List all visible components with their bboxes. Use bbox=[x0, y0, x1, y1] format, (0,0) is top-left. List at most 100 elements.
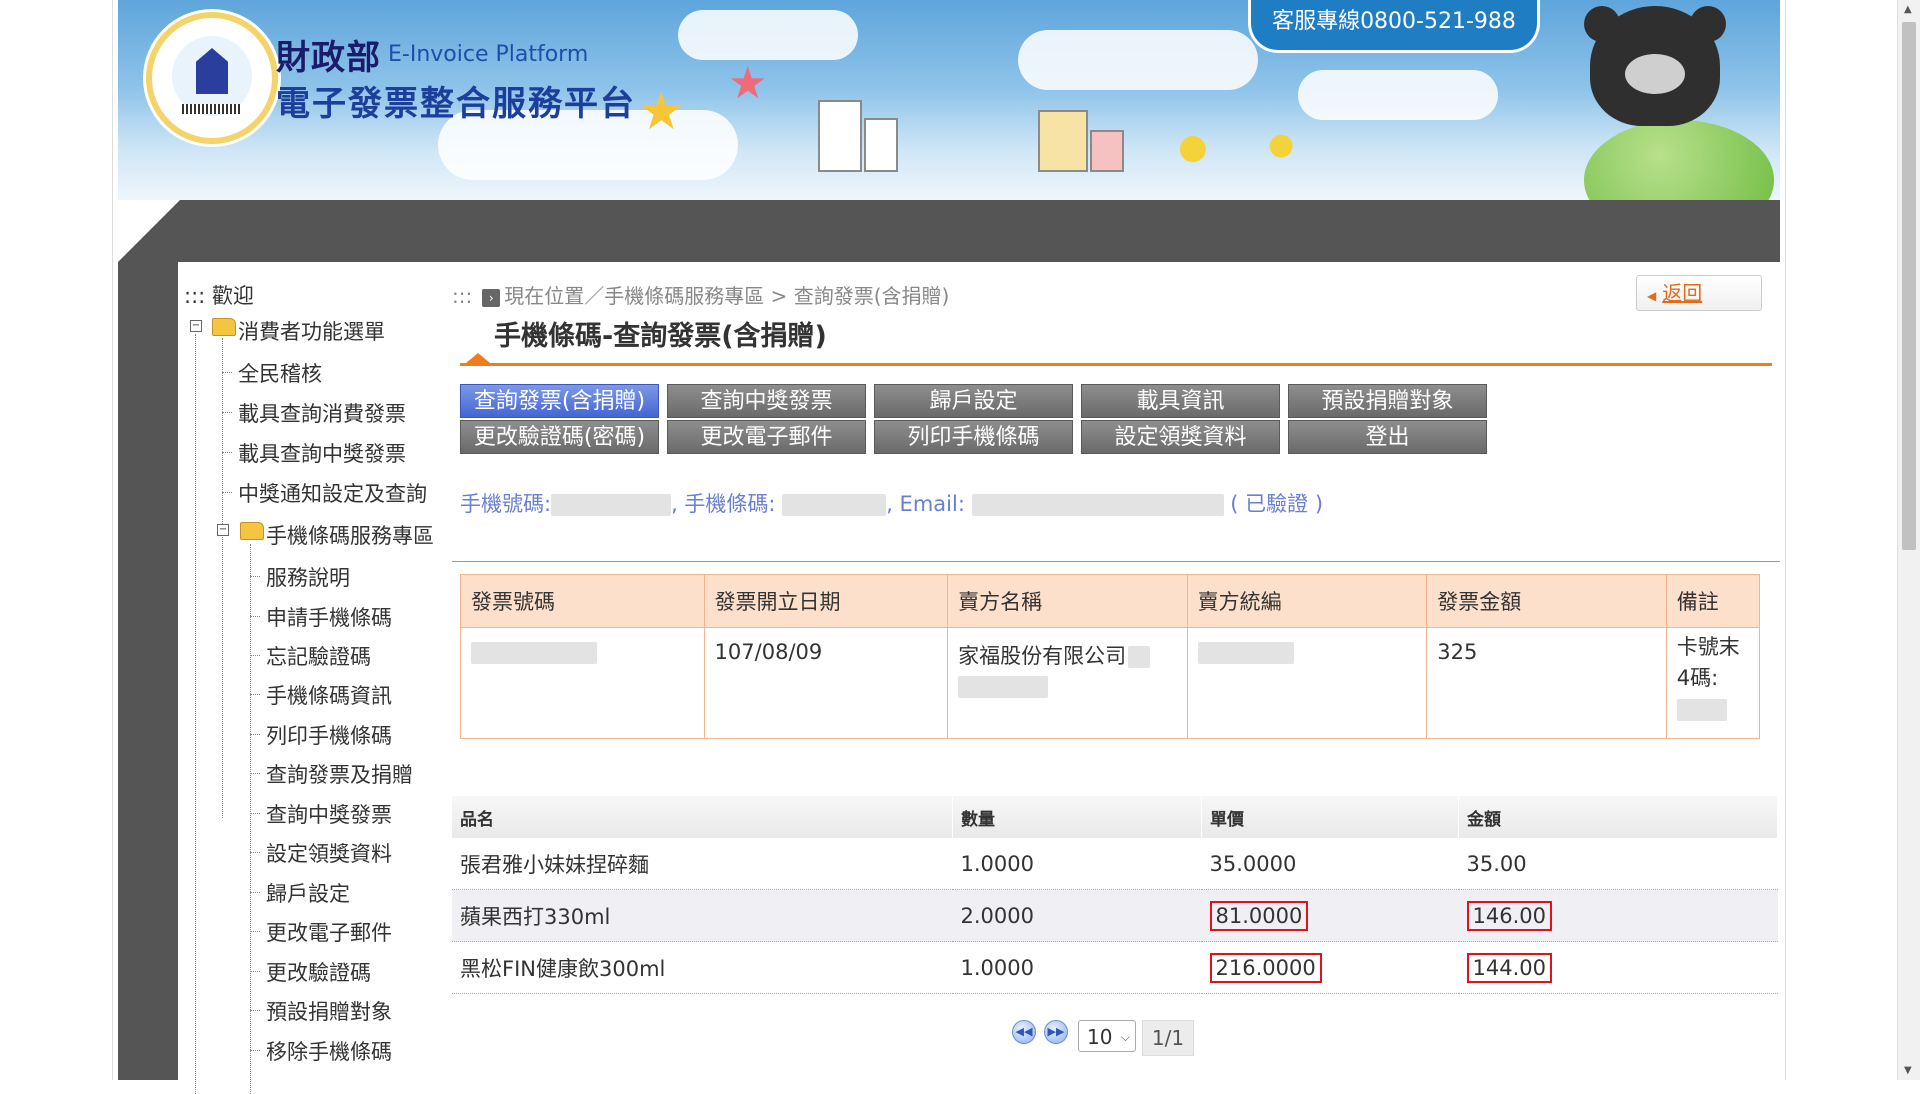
user-info: 手機號碼: , 手機條碼: , Email: ( 已驗證 ) bbox=[460, 488, 1323, 518]
tab-carrier-info[interactable]: 載具資訊 bbox=[1081, 384, 1280, 418]
redacted-card-digits bbox=[1676, 699, 1727, 721]
cloud-decoration bbox=[1298, 70, 1498, 120]
redacted-email bbox=[971, 494, 1224, 516]
sidebar-item-query-winning[interactable]: 查詢中獎發票 bbox=[266, 799, 392, 829]
col-seller-name: 賣方名稱 bbox=[947, 574, 1188, 628]
building-decoration bbox=[818, 100, 862, 172]
tab-account-link[interactable]: 歸戶設定 bbox=[874, 384, 1073, 418]
scroll-down-icon[interactable]: ▼ bbox=[1904, 1065, 1912, 1076]
redacted-text bbox=[958, 676, 1049, 698]
redacted-invoice-number bbox=[471, 642, 597, 664]
breadcrumb-text: 現在位置／手機條碼服務專區 > 查詢發票(含捐贈) bbox=[504, 284, 950, 308]
back-button-label: 返回 bbox=[1662, 281, 1703, 305]
col-invoice-date: 發票開立日期 bbox=[703, 574, 949, 628]
tab-default-donation[interactable]: 預設捐贈對象 bbox=[1288, 384, 1487, 418]
sidebar-consumer-menu[interactable]: 消費者功能選單 bbox=[238, 316, 385, 346]
invoice-date-cell: 107/08/09 bbox=[703, 627, 949, 739]
item-name-cell: 黑松FIN健康飲300ml bbox=[452, 941, 953, 994]
sidebar-item-forgot-code[interactable]: 忘記驗證碼 bbox=[266, 641, 371, 671]
sidebar-item-default-donation[interactable]: 預設捐贈對象 bbox=[266, 996, 392, 1026]
seller-name-cell: 家福股份有限公司 bbox=[947, 627, 1188, 739]
highlighted-price: 81.0000 bbox=[1209, 900, 1309, 931]
item-qty-cell: 1.0000 bbox=[952, 838, 1202, 890]
verified-status: ( 已驗證 ) bbox=[1230, 492, 1324, 516]
sidebar-item-account-link[interactable]: 歸戶設定 bbox=[266, 878, 350, 908]
star-icon: ★ bbox=[728, 58, 768, 109]
highlighted-price: 216.0000 bbox=[1209, 952, 1322, 983]
items-table: 品名 數量 單價 金額 張君雅小妹妹捏碎麵 1.0000 35.0000 35.… bbox=[452, 796, 1778, 994]
sidebar-item-change-email[interactable]: 更改電子郵件 bbox=[266, 917, 392, 947]
sidebar-item-service-info[interactable]: 服務說明 bbox=[266, 562, 350, 592]
sidebar-item-barcode-info[interactable]: 手機條碼資訊 bbox=[266, 680, 392, 710]
table-row[interactable]: 蘋果西打330ml 2.0000 81.0000 146.00 bbox=[452, 889, 1778, 942]
sidebar-item-audit[interactable]: 全民稽核 bbox=[238, 358, 322, 388]
tab-logout[interactable]: 登出 bbox=[1288, 420, 1487, 454]
redacted-phone bbox=[551, 494, 672, 516]
seller-id-cell bbox=[1186, 627, 1428, 739]
ministry-logo[interactable] bbox=[146, 12, 278, 144]
chevron-down-icon: ⌵ bbox=[1120, 1030, 1130, 1044]
table-row[interactable]: 張君雅小妹妹捏碎麵 1.0000 35.0000 35.00 bbox=[452, 838, 1778, 890]
sidebar-welcome: ::: 歡迎 bbox=[184, 284, 254, 308]
invoice-number-cell bbox=[460, 627, 705, 739]
sidebar-item-carrier-invoices[interactable]: 載具查詢消費發票 bbox=[238, 398, 406, 428]
collapse-icon[interactable]: − bbox=[217, 524, 229, 536]
site-header: 財政部 E-Invoice Platform 電子發票整合服務平台 ★ ★ ● … bbox=[118, 0, 1780, 200]
tab-prize-info[interactable]: 設定領獎資料 bbox=[1081, 420, 1280, 454]
highlighted-amount: 146.00 bbox=[1466, 900, 1552, 931]
sidebar-item-remove-barcode[interactable]: 移除手機條碼 bbox=[266, 1036, 392, 1066]
previous-page-icon[interactable]: ◀◀ bbox=[1012, 1020, 1036, 1044]
item-qty-cell: 1.0000 bbox=[952, 941, 1202, 994]
bird-icon: ● bbox=[1268, 127, 1295, 162]
page-title: 手機條碼-查詢發票(含捐贈) bbox=[494, 321, 827, 352]
page-scrollbar[interactable]: ▲ ▼ bbox=[1897, 0, 1920, 1080]
arrow-right-icon: › bbox=[482, 288, 501, 307]
scrollbar-thumb[interactable] bbox=[1902, 22, 1916, 550]
highlighted-amount: 144.00 bbox=[1466, 952, 1552, 983]
table-row[interactable]: 107/08/09 家福股份有限公司 325 卡號末4碼: bbox=[460, 627, 1761, 739]
item-price-cell: 216.0000 bbox=[1201, 941, 1459, 994]
sidebar-mobile-section[interactable]: 手機條碼服務專區 bbox=[266, 520, 434, 550]
collapse-icon[interactable]: − bbox=[190, 320, 202, 332]
back-button[interactable]: ◀ 返回 bbox=[1636, 275, 1762, 311]
cloud-decoration bbox=[678, 10, 858, 60]
redacted-seller-id bbox=[1197, 642, 1294, 664]
tab-print-barcode[interactable]: 列印手機條碼 bbox=[874, 420, 1073, 454]
scroll-up-icon[interactable]: ▲ bbox=[1904, 4, 1912, 15]
item-price-cell: 81.0000 bbox=[1201, 889, 1459, 942]
customer-hotline: 客服專線0800-521-988 bbox=[1248, 0, 1540, 53]
col-unit-price: 單價 bbox=[1201, 796, 1459, 838]
table-row[interactable]: 黑松FIN健康飲300ml 1.0000 216.0000 144.00 bbox=[452, 941, 1778, 994]
sidebar-item-change-code[interactable]: 更改驗證碼 bbox=[266, 957, 371, 987]
sidebar-item-winning-notify[interactable]: 中獎通知設定及查詢 bbox=[238, 478, 427, 508]
sidebar-item-carrier-winning[interactable]: 載具查詢中獎發票 bbox=[238, 438, 406, 468]
tab-query-invoices[interactable]: 查詢發票(含捐贈) bbox=[460, 384, 659, 418]
item-name-cell: 張君雅小妹妹捏碎麵 bbox=[452, 838, 953, 890]
sidebar-item-print-barcode[interactable]: 列印手機條碼 bbox=[266, 720, 392, 750]
invoice-amount-cell: 325 bbox=[1426, 627, 1667, 739]
building-decoration bbox=[864, 118, 898, 172]
sidebar-item-apply-barcode[interactable]: 申請手機條碼 bbox=[266, 602, 392, 632]
left-rail bbox=[118, 262, 178, 1080]
triangle-left-icon: ◀ bbox=[1647, 289, 1657, 303]
barcode-label: , 手機條碼: bbox=[671, 492, 776, 516]
phone-label: 手機號碼: bbox=[460, 492, 552, 516]
col-seller-id: 賣方統編 bbox=[1186, 574, 1428, 628]
sidebar-item-query-invoices[interactable]: 查詢發票及捐贈 bbox=[266, 759, 413, 789]
folder-open-icon bbox=[240, 522, 264, 540]
col-item-name: 品名 bbox=[452, 796, 953, 838]
breadcrumb: ::: › 現在位置／手機條碼服務專區 > 查詢發票(含捐贈) bbox=[452, 280, 949, 309]
tab-change-code[interactable]: 更改驗證碼(密碼) bbox=[460, 420, 659, 454]
tab-change-email[interactable]: 更改電子郵件 bbox=[667, 420, 866, 454]
page-size-select[interactable]: 10 ⌵ bbox=[1078, 1020, 1136, 1052]
item-amount-cell: 144.00 bbox=[1458, 941, 1778, 994]
folder-open-icon bbox=[212, 318, 236, 336]
item-name-cell: 蘋果西打330ml bbox=[452, 889, 953, 942]
sidebar-item-prize-info[interactable]: 設定領獎資料 bbox=[266, 838, 392, 868]
col-item-amount: 金額 bbox=[1458, 796, 1778, 838]
breadcrumb-prefix: ::: bbox=[452, 284, 473, 308]
header-band bbox=[118, 200, 1780, 262]
item-price-cell: 35.0000 bbox=[1201, 838, 1459, 890]
tab-query-winning[interactable]: 查詢中獎發票 bbox=[667, 384, 866, 418]
next-page-icon[interactable]: ▶▶ bbox=[1044, 1020, 1068, 1044]
